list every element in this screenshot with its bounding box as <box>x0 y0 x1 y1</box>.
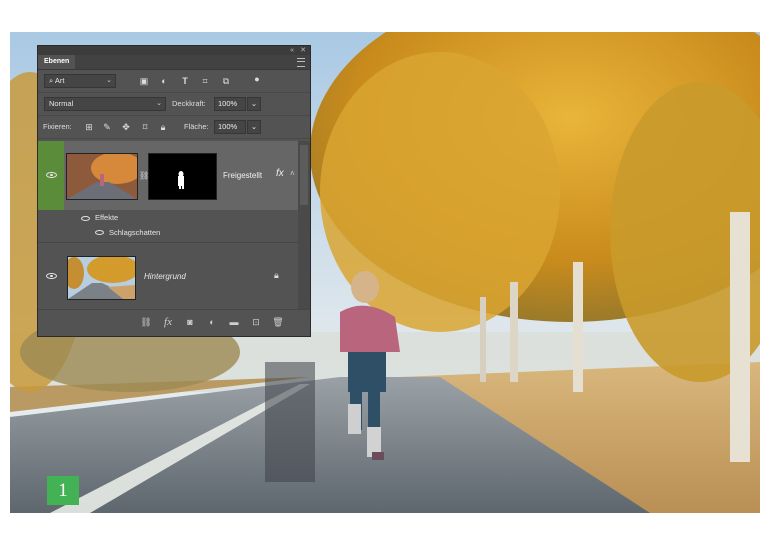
opacity-input[interactable]: 100% <box>214 97 246 111</box>
close-icon[interactable]: ✕ <box>300 46 306 55</box>
lock-icon[interactable]: 🔒︎ <box>274 270 279 281</box>
layers-panel: « ✕ Ebenen ⌕ Art ⌄ ▣ ◐ T ⌗ ⧉ ● Normal ⌄ … <box>37 45 311 337</box>
chevron-down-icon: ⌄ <box>106 77 112 84</box>
layer-thumbnail[interactable] <box>66 153 138 200</box>
mask-icon[interactable]: ◙ <box>184 316 196 328</box>
lock-all-icon[interactable]: 🔒︎ <box>157 121 169 133</box>
thumbnail-image <box>67 154 137 199</box>
smartobject-filter-icon[interactable]: ⧉ <box>220 75 232 87</box>
blend-mode-select[interactable]: Normal ⌄ <box>44 97 166 111</box>
eye-icon <box>46 172 57 178</box>
lock-position-icon[interactable]: ✥ <box>120 121 132 133</box>
lock-label: Fixieren: <box>43 122 72 131</box>
blend-row: Normal ⌄ Deckkraft: 100% ⌄ <box>38 93 310 116</box>
fill-dropdown-icon[interactable]: ⌄ <box>247 120 261 134</box>
step-number-badge: 1 <box>47 476 79 505</box>
filter-toggle-icon[interactable]: ● <box>251 73 263 85</box>
blend-mode-value: Normal <box>49 99 74 108</box>
eye-icon <box>46 273 57 279</box>
shape-filter-icon[interactable]: ⌗ <box>199 75 211 87</box>
effects-eye-icon[interactable] <box>81 216 90 221</box>
chevron-down-icon: ⌄ <box>156 100 162 107</box>
layer-name[interactable]: Freigestellt <box>223 171 262 180</box>
opacity-dropdown-icon[interactable]: ⌄ <box>247 97 261 111</box>
collapse-icon[interactable]: « <box>290 46 294 55</box>
filter-kind-label: Art <box>54 76 65 85</box>
chevron-up-icon[interactable]: ˄ <box>290 169 295 178</box>
adjustment-icon[interactable]: ◐ <box>206 316 218 328</box>
group-folder-icon[interactable]: ▬ <box>228 316 240 328</box>
new-layer-icon[interactable]: ⊡ <box>250 316 262 328</box>
layer-name[interactable]: Hintergrund <box>144 272 186 281</box>
layer-visibility-toggle[interactable] <box>38 141 64 210</box>
layer-visibility-toggle[interactable] <box>38 243 64 309</box>
search-icon: ⌕ <box>49 76 54 85</box>
scrollbar-thumb[interactable] <box>300 145 308 205</box>
layer-mask-thumbnail[interactable] <box>148 153 217 200</box>
layer-row-freigestellt[interactable]: ⛓ Freigestellt fx ˄ <box>38 141 310 210</box>
layers-scrollbar[interactable] <box>298 141 310 316</box>
layer-thumbnail[interactable] <box>67 256 136 300</box>
link-icon[interactable]: ⛓ <box>140 316 152 328</box>
fill-input[interactable]: 100% <box>214 120 246 134</box>
lock-artboard-icon[interactable]: ⌑ <box>139 121 151 133</box>
lock-image-pixels-icon[interactable]: ✎ <box>101 121 113 133</box>
image-filter-icon[interactable]: ▣ <box>138 75 150 87</box>
mask-silhouette <box>178 171 184 189</box>
tab-layers[interactable]: Ebenen <box>38 55 76 69</box>
filter-kind-select[interactable]: ⌕ Art ⌄ <box>44 74 116 88</box>
layer-effects-group: Effekte Schlagschatten <box>38 210 310 240</box>
drop-shadow-label[interactable]: Schlagschatten <box>109 228 160 237</box>
panel-menu-icon[interactable] <box>297 58 305 67</box>
tab-bar: Ebenen <box>38 55 310 70</box>
lock-transparency-icon[interactable]: ⊞ <box>83 121 95 133</box>
opacity-label: Deckkraft: <box>172 99 206 108</box>
type-filter-icon[interactable]: T <box>179 75 191 87</box>
thumbnail-image <box>68 257 135 299</box>
lock-row: Fixieren: ⊞ ✎ ✥ ⌑ 🔒︎ Fläche: 100% ⌄ <box>38 116 310 139</box>
filter-row: ⌕ Art ⌄ ▣ ◐ T ⌗ ⧉ ● <box>38 70 310 93</box>
layer-row-hintergrund[interactable]: Hintergrund 🔒︎ <box>38 242 310 309</box>
fx-icon[interactable]: fx <box>276 168 284 179</box>
panel-footer: ⛓ fx ◙ ◐ ▬ ⊡ 🗑︎ <box>38 309 310 336</box>
fill-label: Fläche: <box>184 122 209 131</box>
drop-shadow-eye-icon[interactable] <box>95 230 104 235</box>
adjustment-filter-icon[interactable]: ◐ <box>158 75 170 87</box>
trash-icon[interactable]: 🗑︎ <box>272 316 284 328</box>
effects-label[interactable]: Effekte <box>95 213 118 222</box>
panel-titlebar[interactable]: « ✕ <box>38 46 310 55</box>
fx-icon[interactable]: fx <box>162 316 174 328</box>
